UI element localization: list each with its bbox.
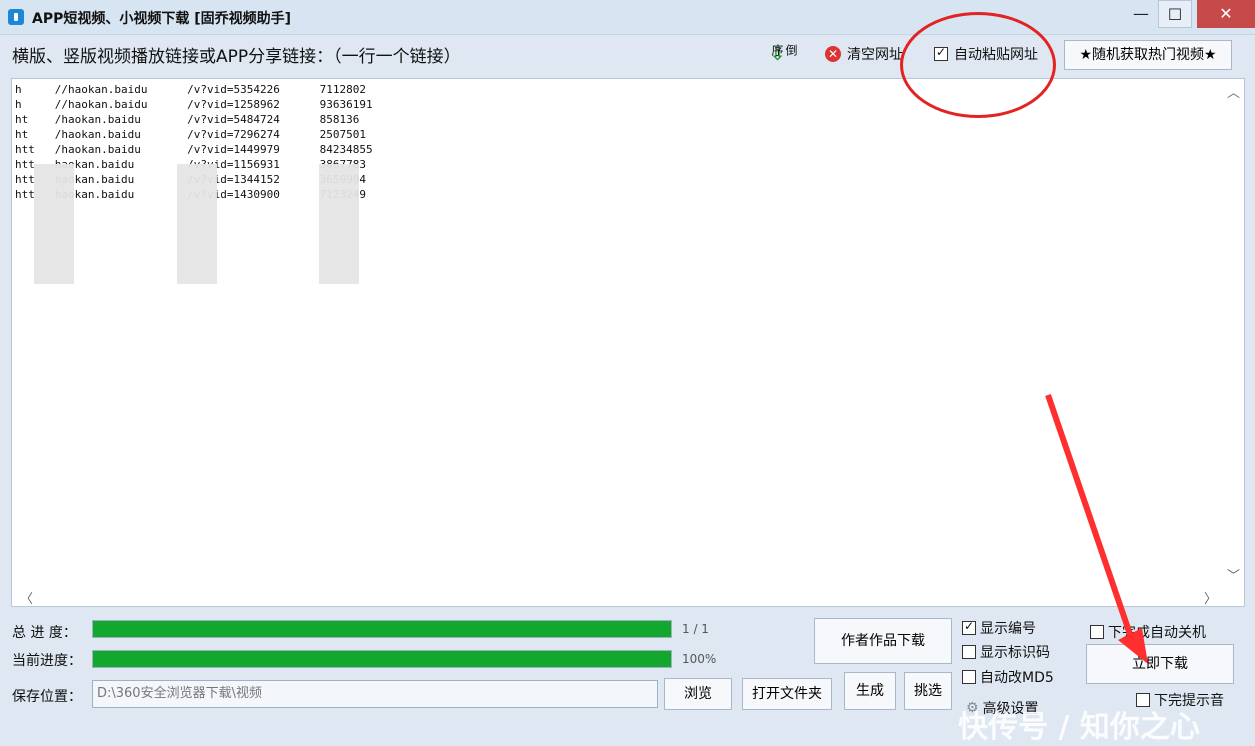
save-path-input[interactable]: D:\360安全浏览器下载\视频 [92,680,658,708]
current-progress-fill [93,651,671,667]
horizontal-scrollbar[interactable]: 〈 〉 [12,588,1226,607]
close-button[interactable]: ✕ [1197,0,1255,28]
browse-button[interactable]: 浏览 [664,678,732,710]
vertical-scrollbar[interactable]: ︿ ﹀ [1226,79,1244,588]
current-progress-bar [92,650,672,668]
auto-md5-checkbox[interactable]: 自动改MD5 [962,667,1054,687]
auto-shutdown-check-icon [1090,625,1104,639]
url-line: h //haokan.baidu /v?vid=5354226 7112802 [15,83,366,96]
window-title: APP短视频、小视频下载 [固乔视频助手] [32,11,292,27]
auto-md5-label: 自动改MD5 [980,670,1054,686]
show-id-checkbox[interactable]: 显示标识码 [962,642,1050,662]
scroll-up-icon[interactable]: ︿ [1227,82,1240,101]
minimize-button[interactable]: — [1124,0,1158,28]
total-progress-label: 总 进 度： [12,625,77,641]
url-line: htt /haokan.baidu /v?vid=1449979 8423485… [15,143,373,156]
blur-mask-3 [319,164,359,284]
watermark-text: 快传号 / 知你之心 [958,710,1200,745]
save-location-label: 保存位置： [12,689,82,705]
reverse-order-button[interactable]: ⇩ 倒序 [770,44,810,65]
reverse-order-label: 倒序 [770,44,798,56]
clear-urls-label: 清空网址 [847,47,903,63]
total-progress-fill [93,621,671,637]
download-now-button[interactable]: 立即下载 [1086,644,1234,684]
auto-shutdown-label: 下完成自动关机 [1108,625,1206,641]
clear-x-icon: ✕ [825,46,841,62]
red-annotation-ellipse [900,12,1056,118]
app-icon [8,9,24,25]
blur-mask-2 [177,164,217,284]
scroll-right-icon[interactable]: 〉 [1204,588,1217,607]
show-id-label: 显示标识码 [980,645,1050,661]
author-works-download-button[interactable]: 作者作品下载 [814,618,952,664]
link-input-prompt: 横版、竖版视频播放链接或APP分享链接：（一行一个链接） [12,47,461,67]
current-progress-value: 100% [682,652,717,666]
url-line: ht /haokan.baidu /v?vid=7296274 2507501 [15,128,366,141]
toolbar: 横版、竖版视频播放链接或APP分享链接：（一行一个链接） ⇩ 倒序 ✕ 清空网址… [0,36,1255,76]
show-index-check-icon [962,619,976,635]
url-line: ht /haokan.baidu /v?vid=5484724 858136 [15,113,360,126]
open-folder-button[interactable]: 打开文件夹 [742,678,832,710]
app-window: APP短视频、小视频下载 [固乔视频助手] — ☐ ✕ 横版、竖版视频播放链接或… [0,0,1255,746]
auto-shutdown-checkbox[interactable]: 下完成自动关机 [1090,622,1206,642]
auto-md5-check-icon [962,670,976,684]
generate-button[interactable]: 生成 [844,672,896,710]
url-line: h //haokan.baidu /v?vid=1258962 93636191 [15,98,373,111]
total-progress-value: 1 / 1 [682,622,709,636]
show-index-checkbox[interactable]: 显示编号 [962,618,1036,638]
url-textarea[interactable]: h //haokan.baidu /v?vid=5354226 7112802 h… [11,78,1245,607]
maximize-button[interactable]: ☐ [1158,0,1192,28]
total-progress-bar [92,620,672,638]
scroll-left-icon[interactable]: 〈 [20,588,33,607]
title-bar: APP短视频、小视频下载 [固乔视频助手] — ☐ ✕ [0,0,1255,35]
pick-button[interactable]: 挑选 [904,672,952,710]
scroll-down-icon[interactable]: ﹀ [1227,565,1240,584]
blur-mask-1 [34,164,74,284]
show-index-label: 显示编号 [980,621,1036,637]
random-hot-video-button[interactable]: ★随机获取热门视频★ [1064,40,1232,70]
show-id-check-icon [962,645,976,659]
clear-urls-button[interactable]: ✕ 清空网址 [825,44,903,64]
current-progress-label: 当前进度： [12,653,82,669]
